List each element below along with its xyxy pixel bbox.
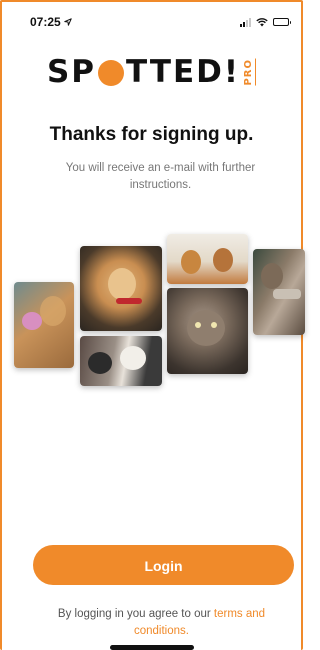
kittens-photo — [80, 336, 162, 386]
cat-climbing-photo — [253, 249, 305, 335]
wifi-icon — [256, 17, 268, 26]
cellular-signal-icon — [240, 17, 251, 27]
status-time: 07:25 — [30, 15, 61, 29]
terms-suffix: . — [185, 625, 189, 637]
home-indicator — [110, 645, 194, 650]
tabby-cat-photo — [167, 288, 248, 374]
logo-dot — [97, 60, 124, 86]
dog-with-flower-photo — [14, 282, 74, 368]
battery-icon — [273, 18, 291, 26]
terms-prefix: By logging in you agree to our — [57, 608, 214, 620]
location-arrow-icon — [63, 18, 72, 26]
page-subtitle: You will receive an e-mail with further … — [65, 162, 256, 191]
status-bar: 07:25 — [30, 14, 291, 30]
logo-badge: PRO — [243, 58, 257, 86]
brand-logo: SP TTED! PRO — [0, 52, 303, 92]
page-title: Thanks for signing up. — [49, 124, 254, 145]
golden-puppy-photo — [80, 246, 162, 331]
login-button[interactable]: Login — [33, 545, 294, 585]
logo-suffix: TTED! — [125, 54, 241, 90]
small-dogs-photo — [167, 234, 248, 284]
terms-notice: By logging in you agree to our terms and… — [40, 606, 283, 640]
logo-prefix: SP — [46, 54, 96, 90]
